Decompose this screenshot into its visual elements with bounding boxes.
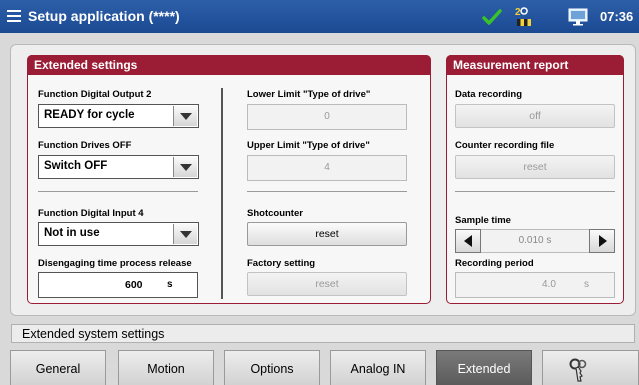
main-panel: Extended settings Function Digital Outpu…: [10, 44, 636, 316]
dropdown-value: READY for cycle: [44, 109, 135, 121]
function-drives-off-dropdown[interactable]: Switch OFF: [38, 155, 199, 179]
chevron-down-icon[interactable]: [173, 224, 197, 244]
clock: 07:36: [600, 9, 634, 24]
column-divider: [221, 88, 223, 299]
measurement-report-header: Measurement report: [446, 55, 624, 75]
recording-period-unit: s: [584, 279, 589, 290]
chevron-down-icon[interactable]: [173, 157, 197, 177]
function-digital-input-4-label: Function Digital Input 4: [38, 208, 144, 219]
sample-time-label: Sample time: [455, 215, 511, 226]
chevron-down-icon[interactable]: [173, 106, 197, 126]
upper-limit-label: Upper Limit "Type of drive": [247, 140, 370, 151]
tab-bar: General Motion Options Analog IN Extende…: [0, 350, 639, 385]
function-digital-output-2-label: Function Digital Output 2: [38, 89, 152, 100]
tab-analog-in[interactable]: Analog IN: [330, 350, 426, 385]
arrow-left-icon: [464, 235, 472, 247]
arrow-right-icon: [599, 235, 607, 247]
upper-limit-field: 4: [247, 155, 407, 181]
disengaging-time-label: Disengaging time process release: [38, 258, 192, 269]
extended-settings-group: Extended settings Function Digital Outpu…: [27, 55, 431, 304]
function-digital-output-2-dropdown[interactable]: READY for cycle: [38, 104, 199, 128]
dropdown-value: Not in use: [44, 227, 100, 239]
data-recording-label: Data recording: [455, 89, 523, 100]
shotcounter-label: Shotcounter: [247, 208, 303, 219]
decrease-button[interactable]: [455, 229, 481, 253]
svg-text:2: 2: [515, 7, 521, 18]
recording-period-value: 4.0: [542, 279, 556, 290]
tab-tools[interactable]: [542, 350, 639, 385]
counter-recording-file-label: Counter recording file: [455, 140, 555, 151]
monitor-icon[interactable]: [568, 8, 588, 26]
shotcounter-reset-button[interactable]: reset: [247, 222, 407, 246]
check-icon: [482, 9, 502, 25]
sample-time-stepper[interactable]: 0.010 s: [455, 229, 615, 253]
divider: [455, 191, 615, 192]
lower-limit-label: Lower Limit "Type of drive": [247, 89, 371, 100]
tab-motion[interactable]: Motion: [118, 350, 214, 385]
function-drives-off-label: Function Drives OFF: [38, 140, 132, 151]
menu-icon[interactable]: [7, 10, 21, 22]
app-title: Setup application (****): [28, 8, 180, 24]
increase-button[interactable]: [589, 229, 615, 253]
factory-setting-label: Factory setting: [247, 258, 316, 269]
disengaging-time-unit: s: [167, 279, 173, 290]
sample-time-value: 0.010 s: [481, 229, 589, 253]
title-bar: Setup application (****) 2 07:36: [0, 0, 639, 33]
factory-setting-reset-button[interactable]: reset: [247, 272, 407, 296]
key-icon: [569, 358, 587, 382]
extended-settings-header: Extended settings: [27, 55, 431, 75]
measurement-report-group: Measurement report Data recording off Co…: [446, 55, 624, 304]
divider: [247, 191, 407, 192]
lower-limit-field: 0: [247, 104, 407, 130]
counter-recording-file-reset-button[interactable]: reset: [455, 155, 615, 179]
dropdown-value: Switch OFF: [44, 160, 108, 172]
disengaging-time-value: 600: [125, 279, 143, 291]
user-icon[interactable]: 2: [512, 5, 536, 29]
recording-period-label: Recording period: [455, 258, 534, 269]
status-bar: Extended system settings: [11, 324, 635, 343]
tab-extended[interactable]: Extended: [436, 350, 532, 385]
function-digital-input-4-dropdown[interactable]: Not in use: [38, 222, 199, 246]
recording-period-field: 4.0 s: [455, 272, 615, 298]
disengaging-time-input[interactable]: 600 s: [38, 272, 198, 298]
data-recording-button[interactable]: off: [455, 104, 615, 128]
divider: [38, 191, 198, 192]
tab-general[interactable]: General: [10, 350, 106, 385]
tab-options[interactable]: Options: [224, 350, 320, 385]
